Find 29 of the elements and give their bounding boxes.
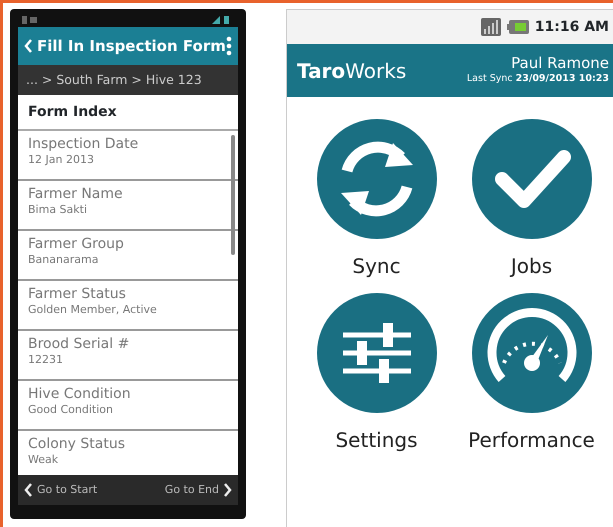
notification-icons xyxy=(22,16,38,24)
sync-icon xyxy=(316,119,436,239)
user-name: Paul Ramone xyxy=(511,54,609,72)
sliders-icon xyxy=(316,293,436,413)
last-sync-text: Last Sync 23/09/2013 10:23 xyxy=(466,72,609,86)
right-chevron-icon xyxy=(224,483,232,497)
form-index-item[interactable]: Farmer Name Bima Sakti xyxy=(18,181,238,231)
checkmark-icon xyxy=(472,119,592,239)
form-index-item[interactable]: Hive Condition Good Condition xyxy=(18,381,238,431)
form-index-item[interactable]: Inspection Date 12 Jan 2013 xyxy=(18,131,238,181)
signal-icon xyxy=(480,18,501,36)
go-to-start-button[interactable]: Go to Start xyxy=(24,482,98,498)
gauge-icon xyxy=(472,293,592,413)
form-index-item[interactable]: Farmer Status Golden Member, Active xyxy=(18,281,238,331)
jobs-tile[interactable]: Jobs xyxy=(454,119,609,281)
form-index-item[interactable]: Brood Serial # 12231 xyxy=(18,331,238,381)
sync-tile[interactable]: Sync xyxy=(299,119,454,281)
performance-tile[interactable]: Performance xyxy=(454,293,609,455)
settings-tile[interactable]: Settings xyxy=(299,293,454,455)
go-to-end-button[interactable]: Go to End xyxy=(164,482,232,498)
section-heading: Form Index xyxy=(28,102,117,122)
left-chevron-icon xyxy=(24,483,32,497)
scrollbar[interactable] xyxy=(231,135,235,255)
back-icon xyxy=(24,39,33,53)
app-logo-text: TaroWorks xyxy=(297,58,406,84)
clock-time: 11:16 AM xyxy=(534,18,609,36)
battery-icon xyxy=(506,20,529,34)
more-menu-icon[interactable] xyxy=(226,36,232,56)
form-index-item[interactable]: Farmer Group Bananarama xyxy=(18,231,238,281)
